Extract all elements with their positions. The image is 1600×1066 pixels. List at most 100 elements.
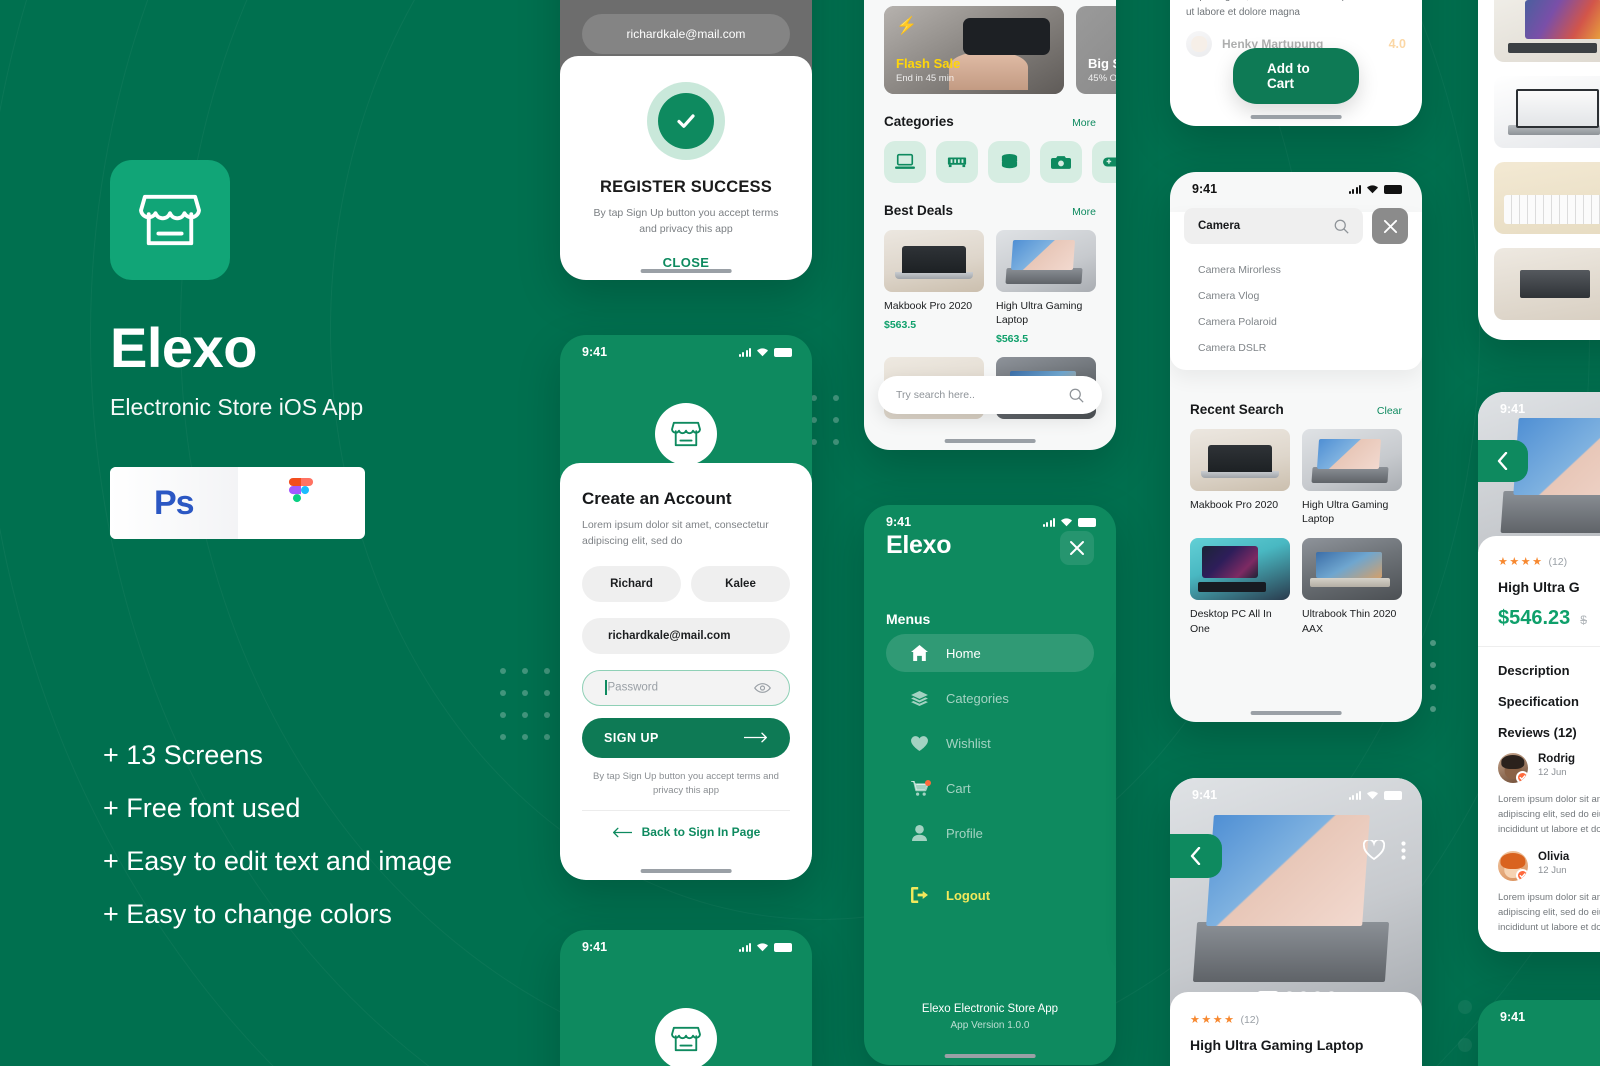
logout-icon: [910, 887, 928, 903]
heart-outline-icon[interactable]: [1363, 840, 1385, 860]
add-to-cart-button[interactable]: Add to Cart: [1233, 48, 1359, 104]
clear-button[interactable]: Clear: [1377, 405, 1402, 417]
category-storage-icon[interactable]: [988, 141, 1030, 183]
best-deals-more-link[interactable]: More: [1072, 206, 1096, 218]
menu-item-wishlist[interactable]: Wishlist: [886, 724, 1094, 762]
carousel-dot[interactable]: [1300, 991, 1307, 998]
section-title: Categories: [884, 114, 954, 129]
menu-item-logout[interactable]: Logout: [886, 876, 1094, 914]
categories-more-link[interactable]: More: [1072, 117, 1096, 129]
menu-item-cart[interactable]: Cart: [886, 769, 1094, 807]
carousel-dot[interactable]: [1328, 991, 1335, 998]
section-specification[interactable]: Specification: [1498, 694, 1600, 709]
surface-laptop-photo: [996, 230, 1096, 292]
white-keyboard-desk-photo: [1494, 162, 1600, 234]
thumbnail-image[interactable]: [1494, 76, 1600, 148]
suggestion-item[interactable]: Camera Vlog: [1198, 290, 1394, 302]
signup-button[interactable]: SIGN UP: [582, 717, 790, 758]
laptop-with-paper-photo: [1494, 76, 1600, 148]
status-time: 9:41: [582, 940, 608, 954]
figma-icon: [289, 478, 314, 503]
battery-icon: [774, 347, 792, 357]
decor-dots: [1430, 640, 1436, 712]
hero-panel: Elexo Electronic Store iOS App Ps: [110, 160, 530, 539]
last-name-input[interactable]: Kalee: [691, 565, 790, 602]
back-to-signin-link[interactable]: Back to Sign In Page: [582, 825, 790, 839]
suggestion-item[interactable]: Camera Polaroid: [1198, 316, 1394, 328]
menu-item-categories[interactable]: Categories: [886, 679, 1094, 717]
more-vertical-icon[interactable]: [1401, 840, 1406, 860]
thumbnail-image[interactable]: [1494, 162, 1600, 234]
menu-item-profile[interactable]: Profile: [886, 814, 1094, 852]
review-meta: Rodrig 12 Jun: [1538, 753, 1600, 783]
product-image: [884, 230, 984, 292]
avatar: [1498, 753, 1528, 783]
name-fields-row: Richard Kalee: [582, 565, 790, 602]
password-field[interactable]: Password: [582, 669, 790, 706]
category-ram-icon[interactable]: [936, 141, 978, 183]
product-price: $546.23: [1498, 607, 1571, 629]
review-date: 12 Jun: [1538, 864, 1567, 876]
recent-item[interactable]: High Ultra Gaming Laptop: [1302, 429, 1402, 526]
review-count: (12): [1240, 1014, 1260, 1026]
deal-card[interactable]: High Ultra Gaming Laptop $563.5: [996, 230, 1096, 345]
carousel-dots[interactable]: [1257, 991, 1335, 998]
promo-banner-big-sale[interactable]: Big Sale 45% OFF: [1076, 6, 1116, 94]
feature-item: + 13 Screens: [103, 740, 263, 770]
terms-text: By tap Sign Up button you accept terms a…: [593, 770, 779, 796]
recent-item[interactable]: Desktop PC All In One: [1190, 538, 1290, 635]
thumbnail-image[interactable]: [1494, 248, 1600, 320]
reviewer-name: Rodrig: [1538, 753, 1576, 765]
cart-icon: [910, 779, 931, 796]
carousel-dot[interactable]: [1314, 991, 1321, 998]
recent-item[interactable]: Ultrabook Thin 2020 AAX: [1302, 538, 1402, 635]
product-info-sheet: ★★★★ (12) High Ultra Gaming Laptop: [1170, 992, 1422, 1066]
search-query: Camera: [1198, 220, 1241, 232]
category-camera-icon[interactable]: [1040, 141, 1082, 183]
success-modal: REGISTER SUCCESS By tap Sign Up button y…: [560, 56, 812, 280]
section-reviews[interactable]: Reviews (12): [1498, 725, 1600, 740]
signup-form-sheet: Create an Account Lorem ipsum dolor sit …: [560, 463, 812, 880]
carousel-dot-active[interactable]: [1257, 991, 1279, 998]
close-icon: [1070, 541, 1084, 555]
thumbnail-image[interactable]: [1494, 0, 1600, 62]
close-button[interactable]: CLOSE: [584, 255, 788, 270]
status-bar: 9:41: [1478, 392, 1600, 418]
search-bar[interactable]: Try search here..: [878, 376, 1102, 414]
screen-create-account: 9:41 Create an Account Lorem ipsum dolor…: [560, 335, 812, 880]
search-input[interactable]: Camera: [1184, 208, 1363, 244]
success-title: REGISTER SUCCESS: [600, 178, 772, 196]
footer-app-name: Elexo Electronic Store App: [921, 1003, 1059, 1015]
first-name-input[interactable]: Richard: [582, 565, 681, 602]
promo-banner-flash-sale[interactable]: ⚡ Flash Sale End in 45 min: [884, 6, 1064, 94]
section-description[interactable]: Description: [1498, 663, 1600, 678]
close-search-button[interactable]: [1372, 208, 1408, 244]
review-count: (12): [1548, 556, 1568, 568]
review-date: 12 Jun: [1538, 767, 1567, 778]
review-meta: Olivia 12 Jun: [1538, 851, 1600, 881]
review-text: Lorem ipsum dolor sit amet, consectetur …: [1498, 891, 1600, 933]
price-row: $546.23 $: [1498, 607, 1600, 630]
drawer-brand: Elexo: [886, 531, 952, 559]
menu-item-home[interactable]: Home: [886, 634, 1094, 672]
email-field[interactable]: richardkale@mail.com: [582, 617, 790, 654]
category-gamepad-icon[interactable]: [1092, 141, 1116, 183]
signal-icon: [1348, 790, 1361, 800]
recent-item[interactable]: Makbook Pro 2020: [1190, 429, 1290, 526]
screen-register-success: richardkale@mail.com REGISTER SUCCESS By…: [560, 0, 812, 280]
close-button[interactable]: [1060, 531, 1094, 565]
storage-disk-icon: [1001, 153, 1017, 168]
wifi-icon: [757, 348, 768, 357]
carousel-dot[interactable]: [1286, 991, 1293, 998]
status-time: 9:41: [1500, 1010, 1526, 1024]
eye-icon[interactable]: [754, 682, 771, 694]
back-button[interactable]: [1478, 440, 1528, 482]
password-row: Password: [582, 669, 790, 706]
review-item: Rodrig 12 Jun: [1498, 753, 1600, 783]
deal-card[interactable]: Makbook Pro 2020 $563.5: [884, 230, 984, 345]
suggestion-item[interactable]: Camera DSLR: [1198, 342, 1394, 354]
suggestion-item[interactable]: Camera Mirorless: [1198, 264, 1394, 276]
status-indicators: [738, 347, 792, 357]
category-laptop-icon[interactable]: [884, 141, 926, 183]
back-button[interactable]: [1170, 834, 1222, 878]
